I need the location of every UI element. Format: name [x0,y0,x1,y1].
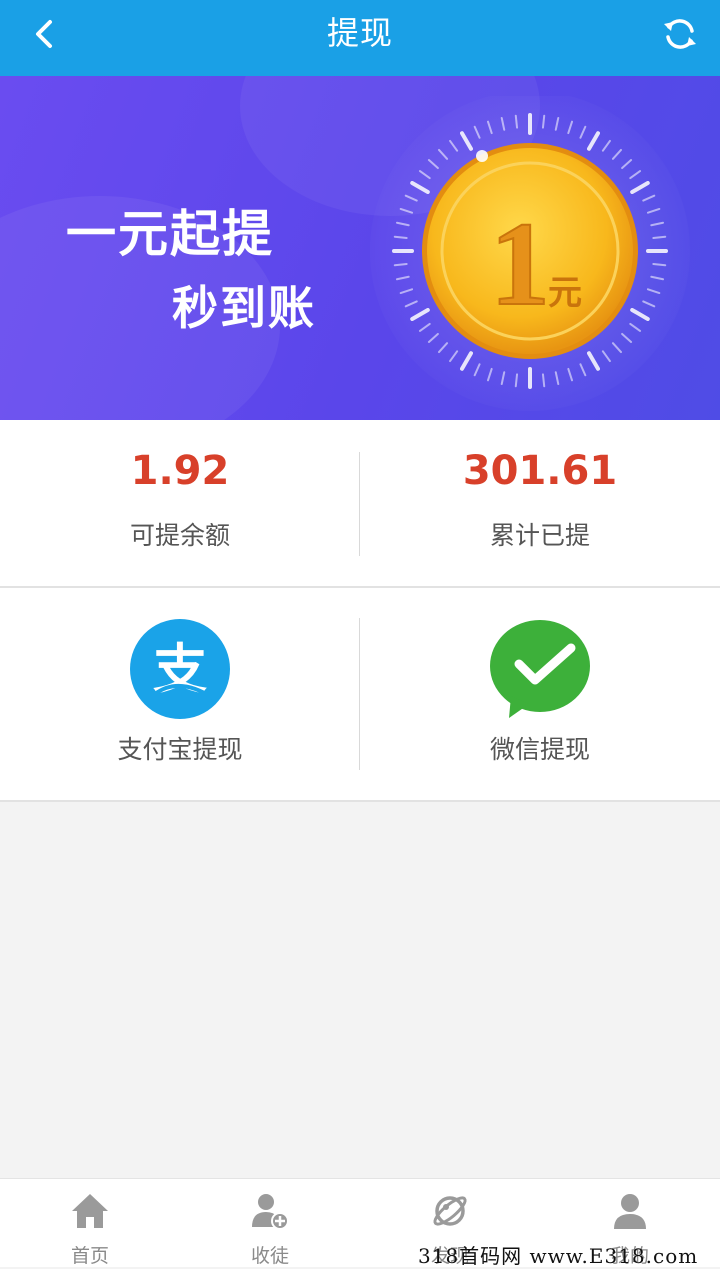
planet-icon [433,1196,467,1226]
withdraw-methods: 支 支付宝提现 微信提现 [0,588,720,802]
top-bar: 提现 [0,0,720,76]
coin-tick [652,262,667,267]
page-title: 提现 [326,14,393,52]
coin-tick [393,262,408,267]
total-withdrawn: 301.61 累计已提 [360,420,720,586]
coin-illustration: 1 元 [370,91,700,420]
watermark: 318首码网 www.E318.com [418,1244,699,1268]
available-balance-value: 1.92 [130,448,230,494]
tab-recruit-label: 收徒 [250,1245,289,1267]
add-user-icon [252,1194,289,1230]
balance-summary: 1.92 可提余额 301.61 累计已提 [0,420,720,588]
coin-tick [393,235,408,240]
total-withdrawn-value: 301.61 [462,448,618,494]
available-balance: 1.92 可提余额 [0,420,360,586]
tab-home[interactable]: 首页 [0,1179,180,1267]
coin-tick [514,114,519,129]
wechat-withdraw-label: 微信提现 [489,735,590,764]
coin-tick [541,114,546,129]
tab-home-label: 首页 [70,1245,109,1267]
refresh-icon [664,19,696,49]
refresh-button[interactable] [660,14,700,54]
promo-banner: 一元起提 秒到账 1 元 [0,76,720,420]
coin-number: 1 [490,197,550,330]
home-icon [72,1194,108,1228]
banner-slogan-line1: 一元起提 [66,205,274,263]
coin-tick [652,235,667,240]
coin-tick [541,373,546,388]
user-icon [614,1194,646,1229]
alipay-withdraw-button[interactable]: 支 支付宝提现 [0,588,360,800]
alipay-icon: 支 [129,618,231,720]
banner-slogan-line2: 秒到账 [172,281,316,335]
wechat-icon [489,618,591,720]
tab-recruit[interactable]: 收徒 [180,1179,360,1267]
total-withdrawn-label: 累计已提 [489,521,590,550]
wechat-withdraw-button[interactable]: 微信提现 [360,588,720,800]
coin-unit: 元 [548,273,582,313]
coin-tick [514,373,519,388]
available-balance-label: 可提余额 [129,521,230,550]
alipay-withdraw-label: 支付宝提现 [117,735,243,764]
